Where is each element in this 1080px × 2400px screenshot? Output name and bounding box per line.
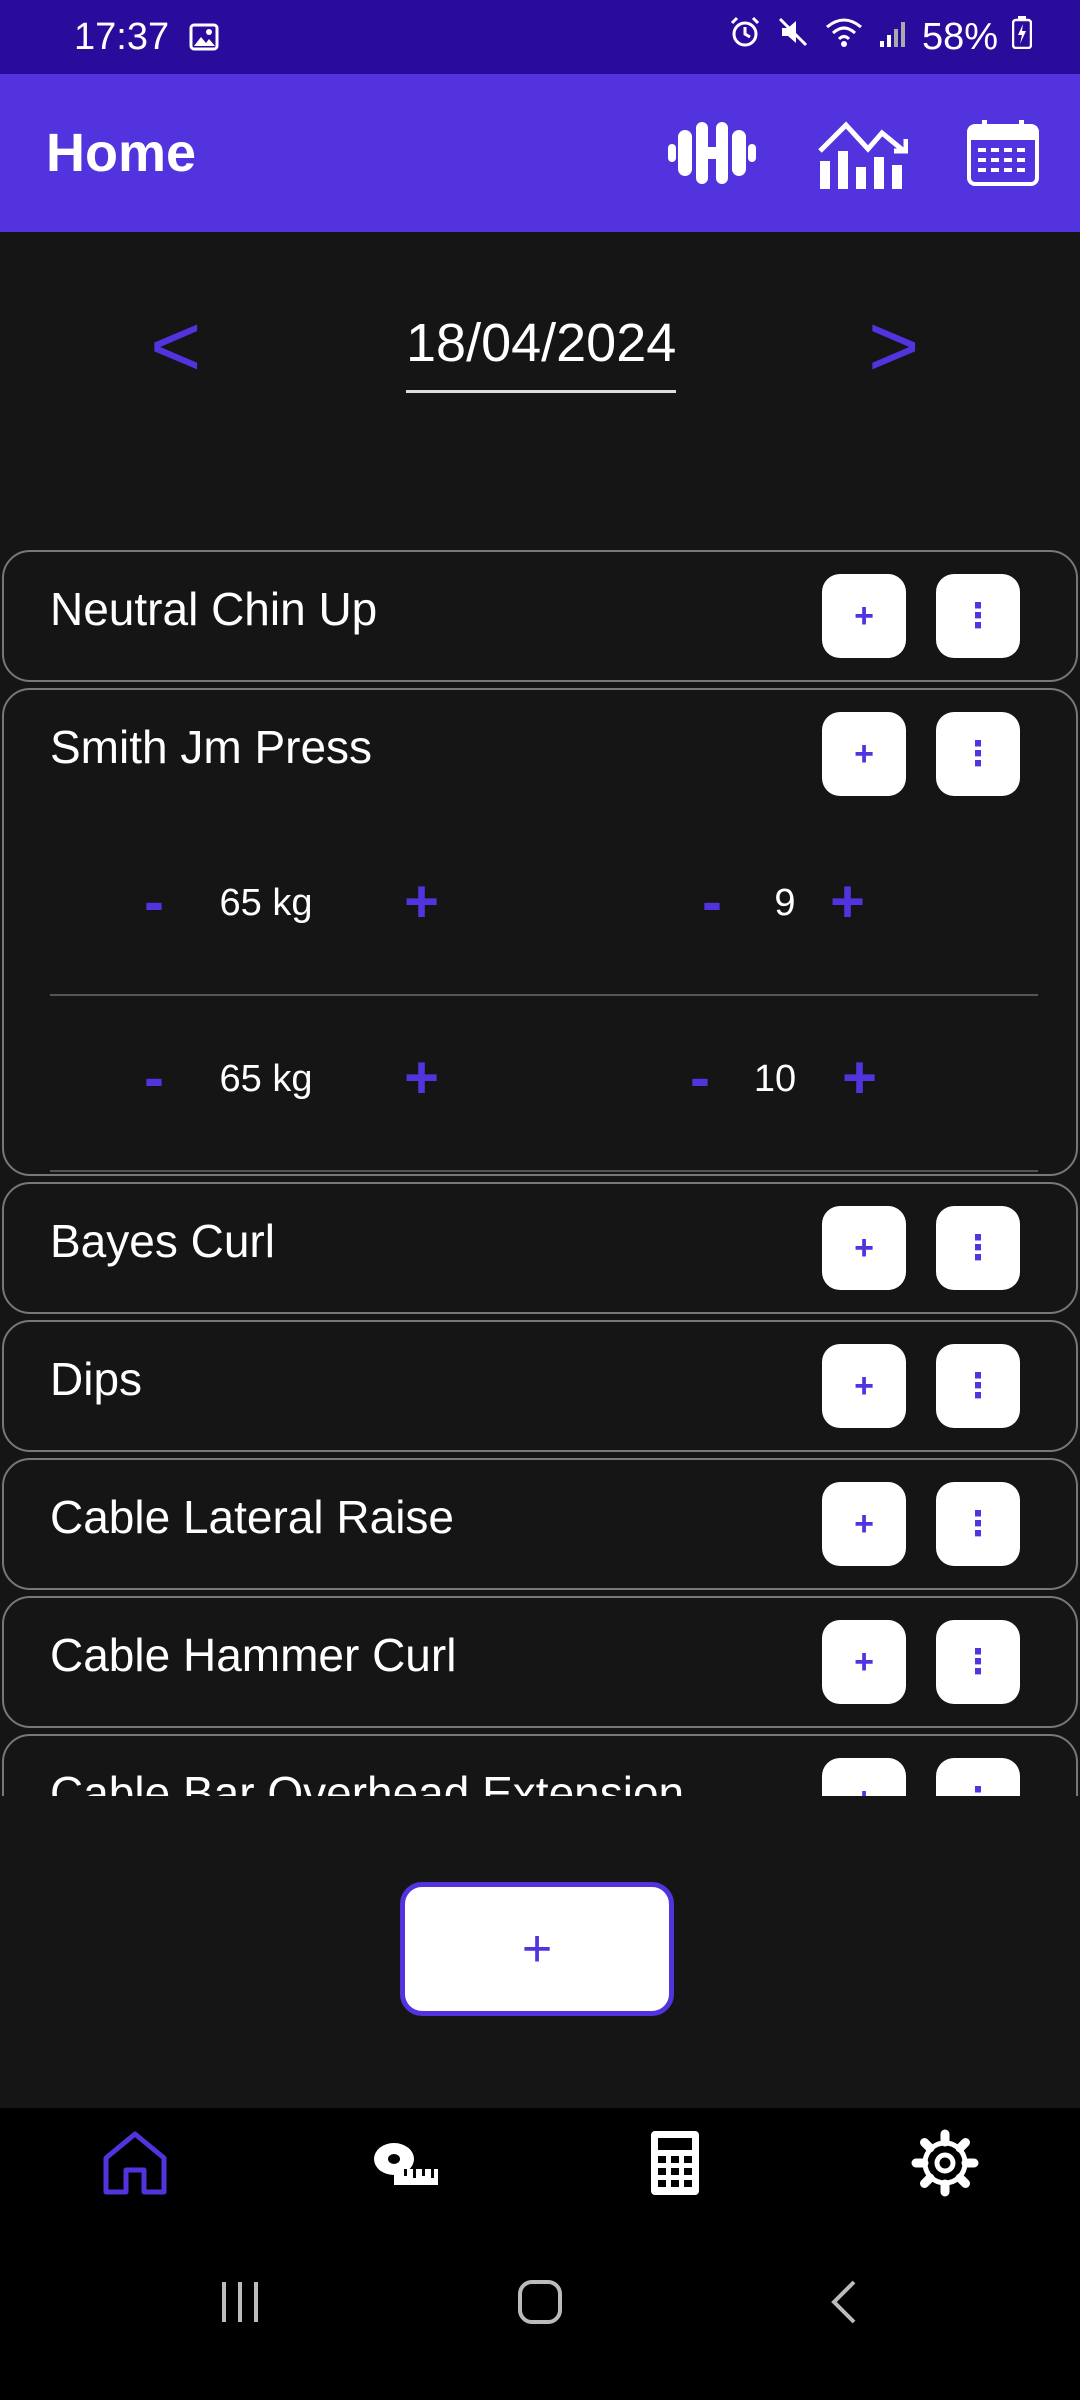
next-day-button[interactable]: > [868,302,919,390]
page-title: Home [46,123,197,183]
system-navigation-bar [0,2222,1080,2400]
increase-weight-button[interactable]: + [404,1048,439,1108]
decrease-reps-button[interactable]: - [690,1048,710,1108]
reps-value: 10 [753,1058,797,1100]
date-field[interactable]: 18/04/2024 [406,312,676,393]
set-row: - 65 kg + - 10 + [50,996,1038,1172]
exercise-card-expanded[interactable]: Smith Jm Press + ⋮ - 65 kg + - 9 + - 65 … [2,688,1078,1176]
more-options-button[interactable]: ⋮ [936,1344,1020,1428]
exercise-card[interactable]: Cable Bar Overhead Extension + ⋮ [2,1734,1078,1796]
exercise-card[interactable]: Cable Hammer Curl + ⋮ [2,1596,1078,1728]
increase-weight-button[interactable]: + [404,872,439,932]
more-options-button[interactable]: ⋮ [936,574,1020,658]
exercise-list[interactable]: Neutral Chin Up + ⋮ Smith Jm Press + ⋮ -… [0,550,1080,1796]
nav-settings[interactable] [810,2108,1080,2222]
home-button-icon[interactable] [516,2278,564,2326]
add-set-button[interactable]: + [822,574,906,658]
status-bar: 17:37 58% [0,0,1080,74]
nav-measurements[interactable] [270,2108,540,2222]
exercise-name: Bayes Curl [50,1215,275,1267]
bottom-navigation [0,2108,1080,2222]
more-options-button[interactable]: ⋮ [936,1482,1020,1566]
nav-home[interactable] [0,2108,270,2222]
increase-reps-button[interactable]: + [830,872,865,932]
exercise-card[interactable]: Cable Lateral Raise + ⋮ [2,1458,1078,1590]
alarm-icon [728,15,762,59]
signal-icon [878,16,908,59]
nav-calculator[interactable] [540,2108,810,2222]
add-set-button[interactable]: + [822,1206,906,1290]
tape-measure-icon [370,2133,440,2198]
image-notification-icon [189,22,219,52]
exercise-name: Smith Jm Press [50,721,373,773]
more-options-button[interactable]: ⋮ [936,1206,1020,1290]
status-time: 17:37 [74,15,170,58]
exercise-name: Dips [50,1353,143,1405]
battery-icon [1011,15,1033,59]
settings-icon [910,2128,980,2203]
reps-value: 9 [774,882,796,924]
more-options-button[interactable]: ⋮ [936,1758,1020,1796]
battery-percent: 58% [921,15,998,58]
previous-day-button[interactable]: < [150,302,201,390]
weight-value: 65 kg [219,1058,313,1100]
mute-icon [776,15,810,59]
exercise-card[interactable]: Bayes Curl + ⋮ [2,1182,1078,1314]
calendar-icon[interactable] [966,118,1040,188]
exercise-card[interactable]: Dips + ⋮ [2,1320,1078,1452]
calculator-icon [648,2128,702,2203]
add-set-button[interactable]: + [822,1620,906,1704]
exercise-name: Cable Hammer Curl [50,1629,457,1681]
exercise-name: Cable Bar Overhead Extension [50,1767,685,1796]
home-icon [100,2128,170,2203]
app-bar: Home [0,74,1080,232]
exercise-card[interactable]: Neutral Chin Up + ⋮ [2,550,1078,682]
recent-apps-icon[interactable] [216,2278,264,2326]
weight-value: 65 kg [219,882,313,924]
increase-reps-button[interactable]: + [842,1048,877,1108]
exercise-name: Neutral Chin Up [50,583,378,635]
set-row: - 65 kg + - 9 + [50,820,1038,996]
wifi-icon [824,15,864,59]
more-options-button[interactable]: ⋮ [936,1620,1020,1704]
date-selector: < 18/04/2024 > [0,232,1080,462]
dumbbell-icon[interactable] [666,118,758,188]
exercise-name: Cable Lateral Raise [50,1491,455,1543]
decrease-weight-button[interactable]: - [144,1048,164,1108]
add-set-button[interactable]: + [822,1344,906,1428]
decrease-weight-button[interactable]: - [144,872,164,932]
add-exercise-button[interactable]: + [400,1882,674,2016]
back-icon[interactable] [822,2278,870,2326]
chart-icon[interactable] [816,115,908,191]
more-options-button[interactable]: ⋮ [936,712,1020,796]
add-set-button[interactable]: + [822,1482,906,1566]
add-set-button[interactable]: + [822,712,906,796]
add-set-button[interactable]: + [822,1758,906,1796]
decrease-reps-button[interactable]: - [702,872,722,932]
